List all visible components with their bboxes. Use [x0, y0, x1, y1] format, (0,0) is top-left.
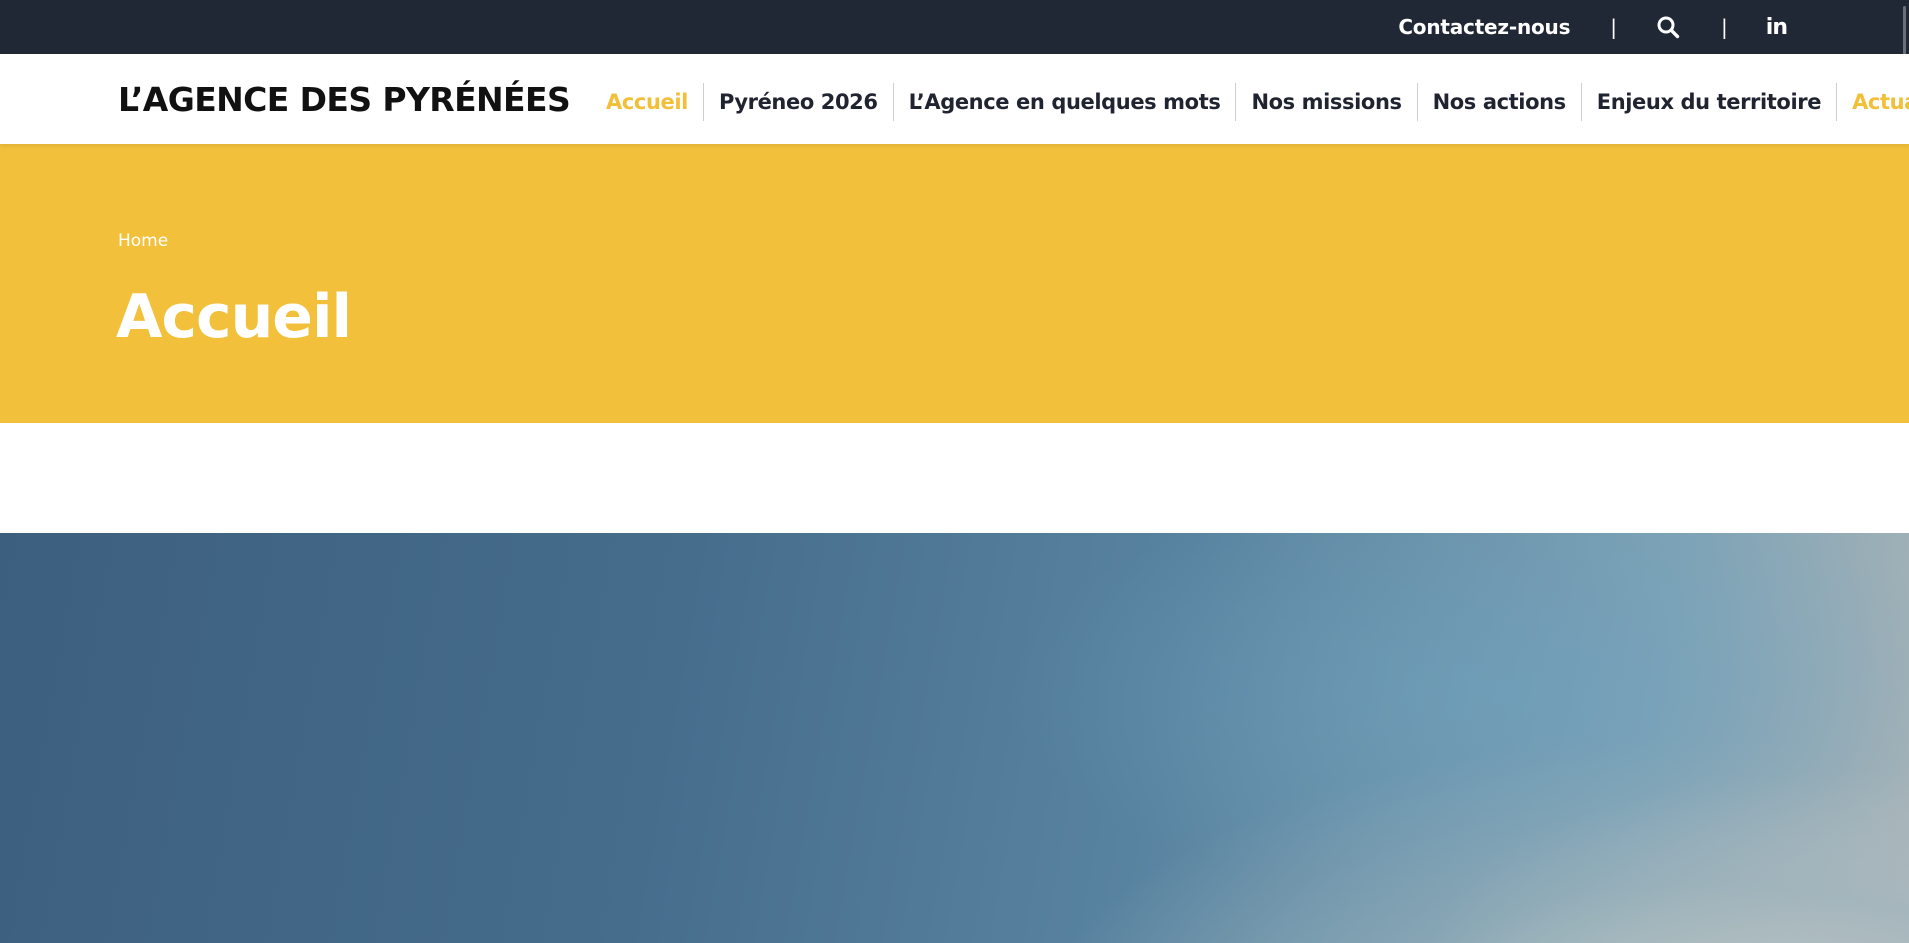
- content-spacer: [0, 423, 1909, 533]
- nav-item-pyreneo-2026[interactable]: Pyréneo 2026: [702, 83, 893, 121]
- sky-hero-image: [0, 533, 1909, 943]
- nav-item-missions[interactable]: Nos missions: [1235, 83, 1416, 121]
- nav-item-accueil[interactable]: Accueil: [590, 83, 703, 121]
- nav-item-actions[interactable]: Nos actions: [1416, 83, 1581, 121]
- page: Contactez-nous | | in L’AGENCE DES PYRÉN…: [0, 0, 1909, 943]
- nav-item-enjeux[interactable]: Enjeux du territoire: [1580, 83, 1836, 121]
- nav-item-actualites[interactable]: Actualités: [1836, 83, 1909, 121]
- site-logo[interactable]: L’AGENCE DES PYRÉNÉES: [118, 80, 571, 119]
- top-utility-bar: Contactez-nous | | in: [0, 0, 1909, 54]
- linkedin-icon[interactable]: in: [1766, 15, 1788, 40]
- main-nav: Accueil Pyréneo 2026 L’Agence en quelque…: [590, 83, 1909, 121]
- contact-link[interactable]: Contactez-nous: [1398, 15, 1570, 39]
- page-title: Accueil: [116, 282, 352, 352]
- breadcrumb-home[interactable]: Home: [118, 231, 168, 251]
- hero-banner: Home Accueil: [0, 144, 1909, 423]
- search-icon[interactable]: [1655, 14, 1681, 40]
- nav-item-agence[interactable]: L’Agence en quelques mots: [892, 83, 1236, 121]
- topbar-separator: |: [1721, 15, 1728, 39]
- topbar-separator: |: [1610, 15, 1618, 39]
- main-header: L’AGENCE DES PYRÉNÉES Accueil Pyréneo 20…: [0, 54, 1909, 144]
